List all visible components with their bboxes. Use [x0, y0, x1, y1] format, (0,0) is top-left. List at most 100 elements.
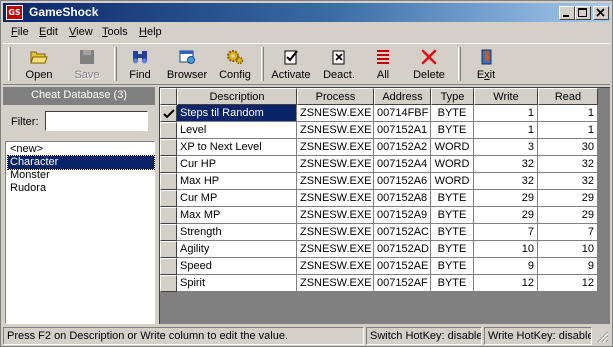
- cell-type: WORD: [431, 173, 474, 190]
- active-check-icon: [163, 109, 175, 119]
- column-header-read[interactable]: Read: [538, 88, 598, 105]
- cell-description[interactable]: Cur MP: [177, 190, 297, 207]
- close-button[interactable]: [593, 6, 609, 20]
- binoculars-icon: [133, 51, 147, 64]
- cell-description[interactable]: XP to Next Level: [177, 139, 297, 156]
- column-header-type[interactable]: Type: [431, 88, 474, 105]
- cell-type: BYTE: [431, 258, 474, 275]
- cell-description[interactable]: Max HP: [177, 173, 297, 190]
- all-label: All: [376, 69, 390, 81]
- cell-write[interactable]: 29: [474, 190, 538, 207]
- cell-write[interactable]: 1: [474, 122, 538, 139]
- cell-read: 7: [538, 224, 598, 241]
- column-header-process[interactable]: Process: [297, 88, 374, 105]
- browser-button[interactable]: Browser: [163, 46, 211, 84]
- cheat-database-header: Cheat Database (3): [3, 87, 155, 105]
- all-button[interactable]: All: [369, 46, 397, 84]
- row-header[interactable]: [160, 190, 177, 207]
- minimize-button[interactable]: [559, 6, 575, 20]
- cell-address: 007152A9: [374, 207, 431, 224]
- save-icon: [80, 50, 94, 64]
- row-header[interactable]: [160, 224, 177, 241]
- delete-label: Delete: [413, 69, 445, 81]
- cell-description[interactable]: Strength: [177, 224, 297, 241]
- activate-button[interactable]: Activate: [268, 46, 314, 84]
- row-header[interactable]: [160, 173, 177, 190]
- list-item-rudora[interactable]: Rudora: [8, 182, 154, 195]
- menu-view[interactable]: View: [69, 26, 93, 38]
- find-button[interactable]: Find: [123, 46, 157, 84]
- browser-label: Browser: [166, 69, 208, 81]
- exit-button[interactable]: Exit: [469, 46, 503, 84]
- cell-description[interactable]: Level: [177, 122, 297, 139]
- title-bar[interactable]: GS GameShock: [3, 3, 610, 22]
- activate-icon: [284, 50, 298, 65]
- column-header-write[interactable]: Write: [474, 88, 538, 105]
- all-list-icon: [377, 50, 389, 64]
- cell-description[interactable]: Max MP: [177, 207, 297, 224]
- cell-description[interactable]: Spirit: [177, 275, 297, 292]
- menu-help[interactable]: Help: [139, 26, 162, 38]
- row-header[interactable]: [160, 207, 177, 224]
- cell-write[interactable]: 32: [474, 156, 538, 173]
- cell-read: 30: [538, 139, 598, 156]
- cell-description[interactable]: Cur HP: [177, 156, 297, 173]
- row-header[interactable]: [160, 139, 177, 156]
- deactivate-button[interactable]: Deact.: [319, 46, 359, 84]
- list-item-character[interactable]: Character: [7, 155, 155, 170]
- cell-write[interactable]: 3: [474, 139, 538, 156]
- cell-write[interactable]: 12: [474, 275, 538, 292]
- cheat-database-list[interactable]: <new> Character Monster Rudora: [5, 141, 155, 324]
- open-button[interactable]: Open: [19, 46, 59, 84]
- cell-process: ZSNESW.EXE: [297, 105, 374, 122]
- menu-file[interactable]: File: [11, 26, 29, 38]
- list-item-monster[interactable]: Monster: [8, 169, 154, 182]
- cell-address: 007152AF: [374, 275, 431, 292]
- filter-input[interactable]: [45, 111, 148, 131]
- toolbar-grip[interactable]: [8, 47, 11, 81]
- status-write-hotkey: Write HotKey: disable: [484, 327, 592, 345]
- cell-type: WORD: [431, 139, 474, 156]
- delete-x-icon: [421, 49, 437, 65]
- app-icon[interactable]: GS: [6, 5, 23, 20]
- resize-grip-icon[interactable]: [597, 331, 609, 343]
- cell-type: BYTE: [431, 224, 474, 241]
- delete-button[interactable]: Delete: [409, 46, 449, 84]
- row-header[interactable]: [160, 105, 177, 122]
- cell-process: ZSNESW.EXE: [297, 139, 374, 156]
- row-header[interactable]: [160, 122, 177, 139]
- cell-write[interactable]: 32: [474, 173, 538, 190]
- cell-address: 007152A8: [374, 190, 431, 207]
- column-header-description[interactable]: Description: [177, 88, 297, 105]
- config-button[interactable]: Config: [215, 46, 255, 84]
- menu-edit[interactable]: Edit: [39, 26, 58, 38]
- menu-tools[interactable]: Tools: [102, 26, 128, 38]
- filter-label: Filter:: [11, 116, 39, 128]
- cheat-database-panel: Cheat Database (3) Filter: <new> Charact…: [3, 87, 155, 324]
- cell-write[interactable]: 9: [474, 258, 538, 275]
- cell-write[interactable]: 7: [474, 224, 538, 241]
- cell-description[interactable]: Speed: [177, 258, 297, 275]
- cell-type: BYTE: [431, 122, 474, 139]
- browser-icon: [179, 50, 195, 64]
- row-header[interactable]: [160, 258, 177, 275]
- deactivate-label: Deact.: [323, 69, 355, 81]
- row-header[interactable]: [160, 275, 177, 292]
- window-title: GameShock: [29, 5, 99, 19]
- list-item-new[interactable]: <new>: [8, 143, 154, 156]
- cheat-grid[interactable]: Description Process Address Type Write Read St…: [159, 87, 610, 324]
- toolbar-separator: [458, 47, 461, 81]
- cell-process: ZSNESW.EXE: [297, 224, 374, 241]
- row-header[interactable]: [160, 156, 177, 173]
- cell-description[interactable]: Agility: [177, 241, 297, 258]
- cell-write[interactable]: 10: [474, 241, 538, 258]
- toolbar: Open Save Find Browser Config Activate D…: [3, 43, 610, 85]
- cell-address: 007152A6: [374, 173, 431, 190]
- save-button[interactable]: Save: [67, 46, 107, 84]
- maximize-button[interactable]: [575, 6, 591, 20]
- cell-write[interactable]: 1: [474, 105, 538, 122]
- cell-write[interactable]: 29: [474, 207, 538, 224]
- row-header[interactable]: [160, 241, 177, 258]
- column-header-address[interactable]: Address: [374, 88, 431, 105]
- cell-description[interactable]: Steps til Random: [177, 105, 297, 122]
